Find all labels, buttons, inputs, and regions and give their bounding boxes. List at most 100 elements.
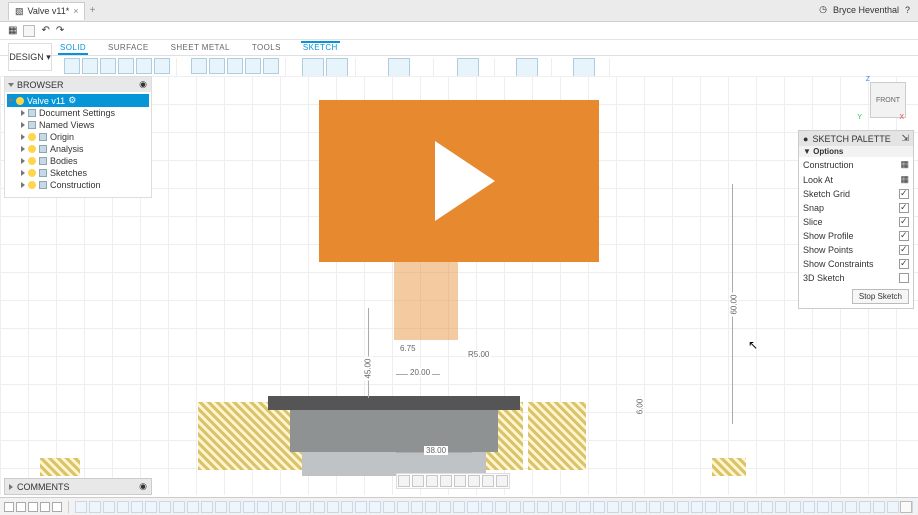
palette-opt-show-points[interactable]: Show Points <box>799 243 913 257</box>
timeline-feature[interactable] <box>313 501 325 513</box>
timeline-first-icon[interactable] <box>4 502 14 512</box>
look-at-icon[interactable] <box>454 475 466 487</box>
viewport-icon[interactable] <box>496 475 508 487</box>
timeline-feature[interactable] <box>285 501 297 513</box>
design-workspace-button[interactable]: DESIGN ▾ <box>8 43 52 71</box>
tab-surface[interactable]: SURFACE <box>106 43 151 55</box>
box-icon[interactable] <box>64 58 80 74</box>
timeline-feature[interactable] <box>593 501 605 513</box>
orbit-icon[interactable] <box>398 475 410 487</box>
checkbox-icon[interactable] <box>899 217 909 227</box>
timeline-feature[interactable] <box>453 501 465 513</box>
timeline-settings-icon[interactable] <box>900 501 912 513</box>
tab-sketch[interactable]: SKETCH <box>301 41 340 55</box>
palette-opt-show-profile[interactable]: Show Profile <box>799 229 913 243</box>
timeline-feature[interactable] <box>621 501 633 513</box>
timeline-last-icon[interactable] <box>52 502 62 512</box>
timeline-feature[interactable] <box>131 501 143 513</box>
palette-opt-look-at[interactable]: Look At▦ <box>799 172 913 187</box>
visibility-icon[interactable] <box>28 157 36 165</box>
timeline-feature[interactable] <box>159 501 171 513</box>
dim-6-75[interactable]: 6.75 <box>398 344 418 353</box>
timeline-feature[interactable] <box>439 501 451 513</box>
timeline-feature[interactable] <box>467 501 479 513</box>
timeline-feature[interactable] <box>803 501 815 513</box>
help-icon[interactable]: ? <box>905 5 910 15</box>
opt-action-icon[interactable]: ▦ <box>900 174 909 185</box>
fillet-icon[interactable] <box>191 58 207 74</box>
dim-6[interactable]: 6.00 <box>635 397 644 417</box>
visibility-icon[interactable] <box>28 133 36 141</box>
timeline-feature[interactable] <box>761 501 773 513</box>
timeline-feature[interactable] <box>887 501 899 513</box>
timeline-feature[interactable] <box>859 501 871 513</box>
timeline-feature[interactable] <box>243 501 255 513</box>
timeline-feature[interactable] <box>719 501 731 513</box>
timeline-feature[interactable] <box>677 501 689 513</box>
tree-item-named-views[interactable]: Named Views <box>7 119 149 131</box>
grid-icon[interactable]: ▦ <box>8 25 17 36</box>
undo-icon[interactable]: ↶ <box>41 25 49 36</box>
tree-item-analysis[interactable]: Analysis <box>7 143 149 155</box>
clock-icon[interactable]: ◷ <box>819 4 827 15</box>
checkbox-icon[interactable] <box>899 245 909 255</box>
pan-icon[interactable] <box>412 475 424 487</box>
gear-icon[interactable]: ⚙ <box>68 95 76 106</box>
timeline-feature[interactable] <box>425 501 437 513</box>
timeline-feature[interactable] <box>117 501 129 513</box>
grid-display-icon[interactable] <box>482 475 494 487</box>
timeline-feature[interactable] <box>103 501 115 513</box>
pin-icon[interactable]: ⇲ <box>901 133 909 144</box>
loft-icon[interactable] <box>136 58 152 74</box>
palette-header[interactable]: ● SKETCH PALETTE ⇲ <box>799 131 913 146</box>
checkbox-icon[interactable] <box>899 203 909 213</box>
sweep-icon[interactable] <box>118 58 134 74</box>
timeline-feature[interactable] <box>89 501 101 513</box>
tree-item-origin[interactable]: Origin <box>7 131 149 143</box>
checkbox-icon[interactable] <box>899 189 909 199</box>
timeline-feature[interactable] <box>733 501 745 513</box>
timeline-feature[interactable] <box>383 501 395 513</box>
timeline-feature[interactable] <box>775 501 787 513</box>
document-tab[interactable]: ▧ Valve v11* × <box>8 2 85 20</box>
video-play-overlay[interactable] <box>319 100 599 262</box>
timeline-feature[interactable] <box>551 501 563 513</box>
timeline-feature[interactable] <box>271 501 283 513</box>
timeline-feature[interactable] <box>691 501 703 513</box>
new-tab-button[interactable]: + <box>85 5 99 16</box>
palette-section[interactable]: ▼ Options <box>799 146 913 157</box>
shell-icon[interactable] <box>227 58 243 74</box>
timeline-feature[interactable] <box>341 501 353 513</box>
stop-sketch-button[interactable]: Stop Sketch <box>852 289 909 304</box>
palette-opt-show-constraints[interactable]: Show Constraints <box>799 257 913 271</box>
timeline-feature[interactable] <box>411 501 423 513</box>
checkbox-icon[interactable] <box>899 259 909 269</box>
palette-opt-sketch-grid[interactable]: Sketch Grid <box>799 187 913 201</box>
tree-root[interactable]: Valve v11 ⚙ <box>7 94 149 107</box>
dim-38[interactable]: 38.00 <box>424 446 448 455</box>
timeline-feature[interactable] <box>327 501 339 513</box>
tab-solid[interactable]: SOLID <box>58 43 88 55</box>
timeline-feature[interactable] <box>789 501 801 513</box>
tree-item-sketches[interactable]: Sketches <box>7 167 149 179</box>
tree-item-bodies[interactable]: Bodies <box>7 155 149 167</box>
timeline-feature[interactable] <box>649 501 661 513</box>
dim-60[interactable]: 60.00 <box>730 292 739 316</box>
view-cube[interactable]: FRONT <box>870 82 906 118</box>
timeline-feature[interactable] <box>845 501 857 513</box>
timeline-feature[interactable] <box>565 501 577 513</box>
timeline-feature[interactable] <box>257 501 269 513</box>
dim-20[interactable]: 20.00 <box>408 368 432 377</box>
visibility-icon[interactable] <box>28 169 36 177</box>
timeline-feature[interactable] <box>817 501 829 513</box>
timeline-feature[interactable] <box>663 501 675 513</box>
timeline-prev-icon[interactable] <box>16 502 26 512</box>
timeline-feature[interactable] <box>397 501 409 513</box>
tree-item-document-settings[interactable]: Document Settings <box>7 107 149 119</box>
visibility-icon[interactable] <box>16 97 24 105</box>
timeline-feature[interactable] <box>173 501 185 513</box>
timeline-feature[interactable] <box>509 501 521 513</box>
tab-sheet-metal[interactable]: SHEET METAL <box>169 43 232 55</box>
timeline-feature[interactable] <box>145 501 157 513</box>
timeline-feature[interactable] <box>705 501 717 513</box>
